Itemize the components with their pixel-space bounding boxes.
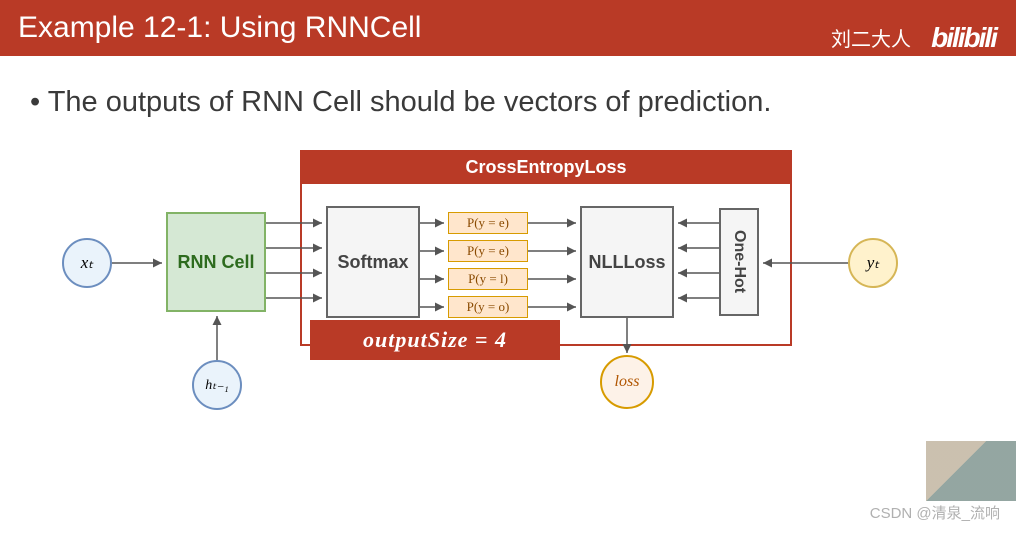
nllloss-box: NLLLoss: [580, 206, 674, 318]
hidden-prev-node: hₜ₋₁: [192, 360, 242, 410]
output-size-formula: outputSize = 4: [310, 320, 560, 360]
video-thumbnail: [926, 441, 1016, 501]
bullet-text: The outputs of RNN Cell should be vector…: [30, 86, 771, 119]
target-y-node: yₜ: [848, 238, 898, 288]
onehot-box: One-Hot: [719, 208, 759, 316]
prob-e2: P(y = e): [448, 240, 528, 262]
diagram-stage: CrossEntropyLoss xₜ hₜ₋₁ yₜ loss RNN Cel…: [0, 130, 1016, 420]
input-x-node: xₜ: [62, 238, 112, 288]
softmax-box: Softmax: [326, 206, 420, 318]
formula-text: outputSize = 4: [363, 327, 507, 353]
prob-e1: P(y = e): [448, 212, 528, 234]
prob-l: P(y = l): [448, 268, 528, 290]
csdn-watermark: CSDN @清泉_流响: [870, 502, 1000, 523]
loss-node: loss: [600, 355, 654, 409]
bilibili-logo: bilibili: [931, 22, 996, 54]
slide-title: Example 12-1: Using RNNCell: [18, 11, 421, 45]
author-name: 刘二大人: [831, 23, 911, 52]
crossentropy-title: CrossEntropyLoss: [300, 150, 792, 184]
prob-o: P(y = o): [448, 296, 528, 318]
rnncell-box: RNN Cell: [166, 212, 266, 312]
slide-header: Example 12-1: Using RNNCell 刘二大人 bilibil…: [0, 0, 1016, 56]
